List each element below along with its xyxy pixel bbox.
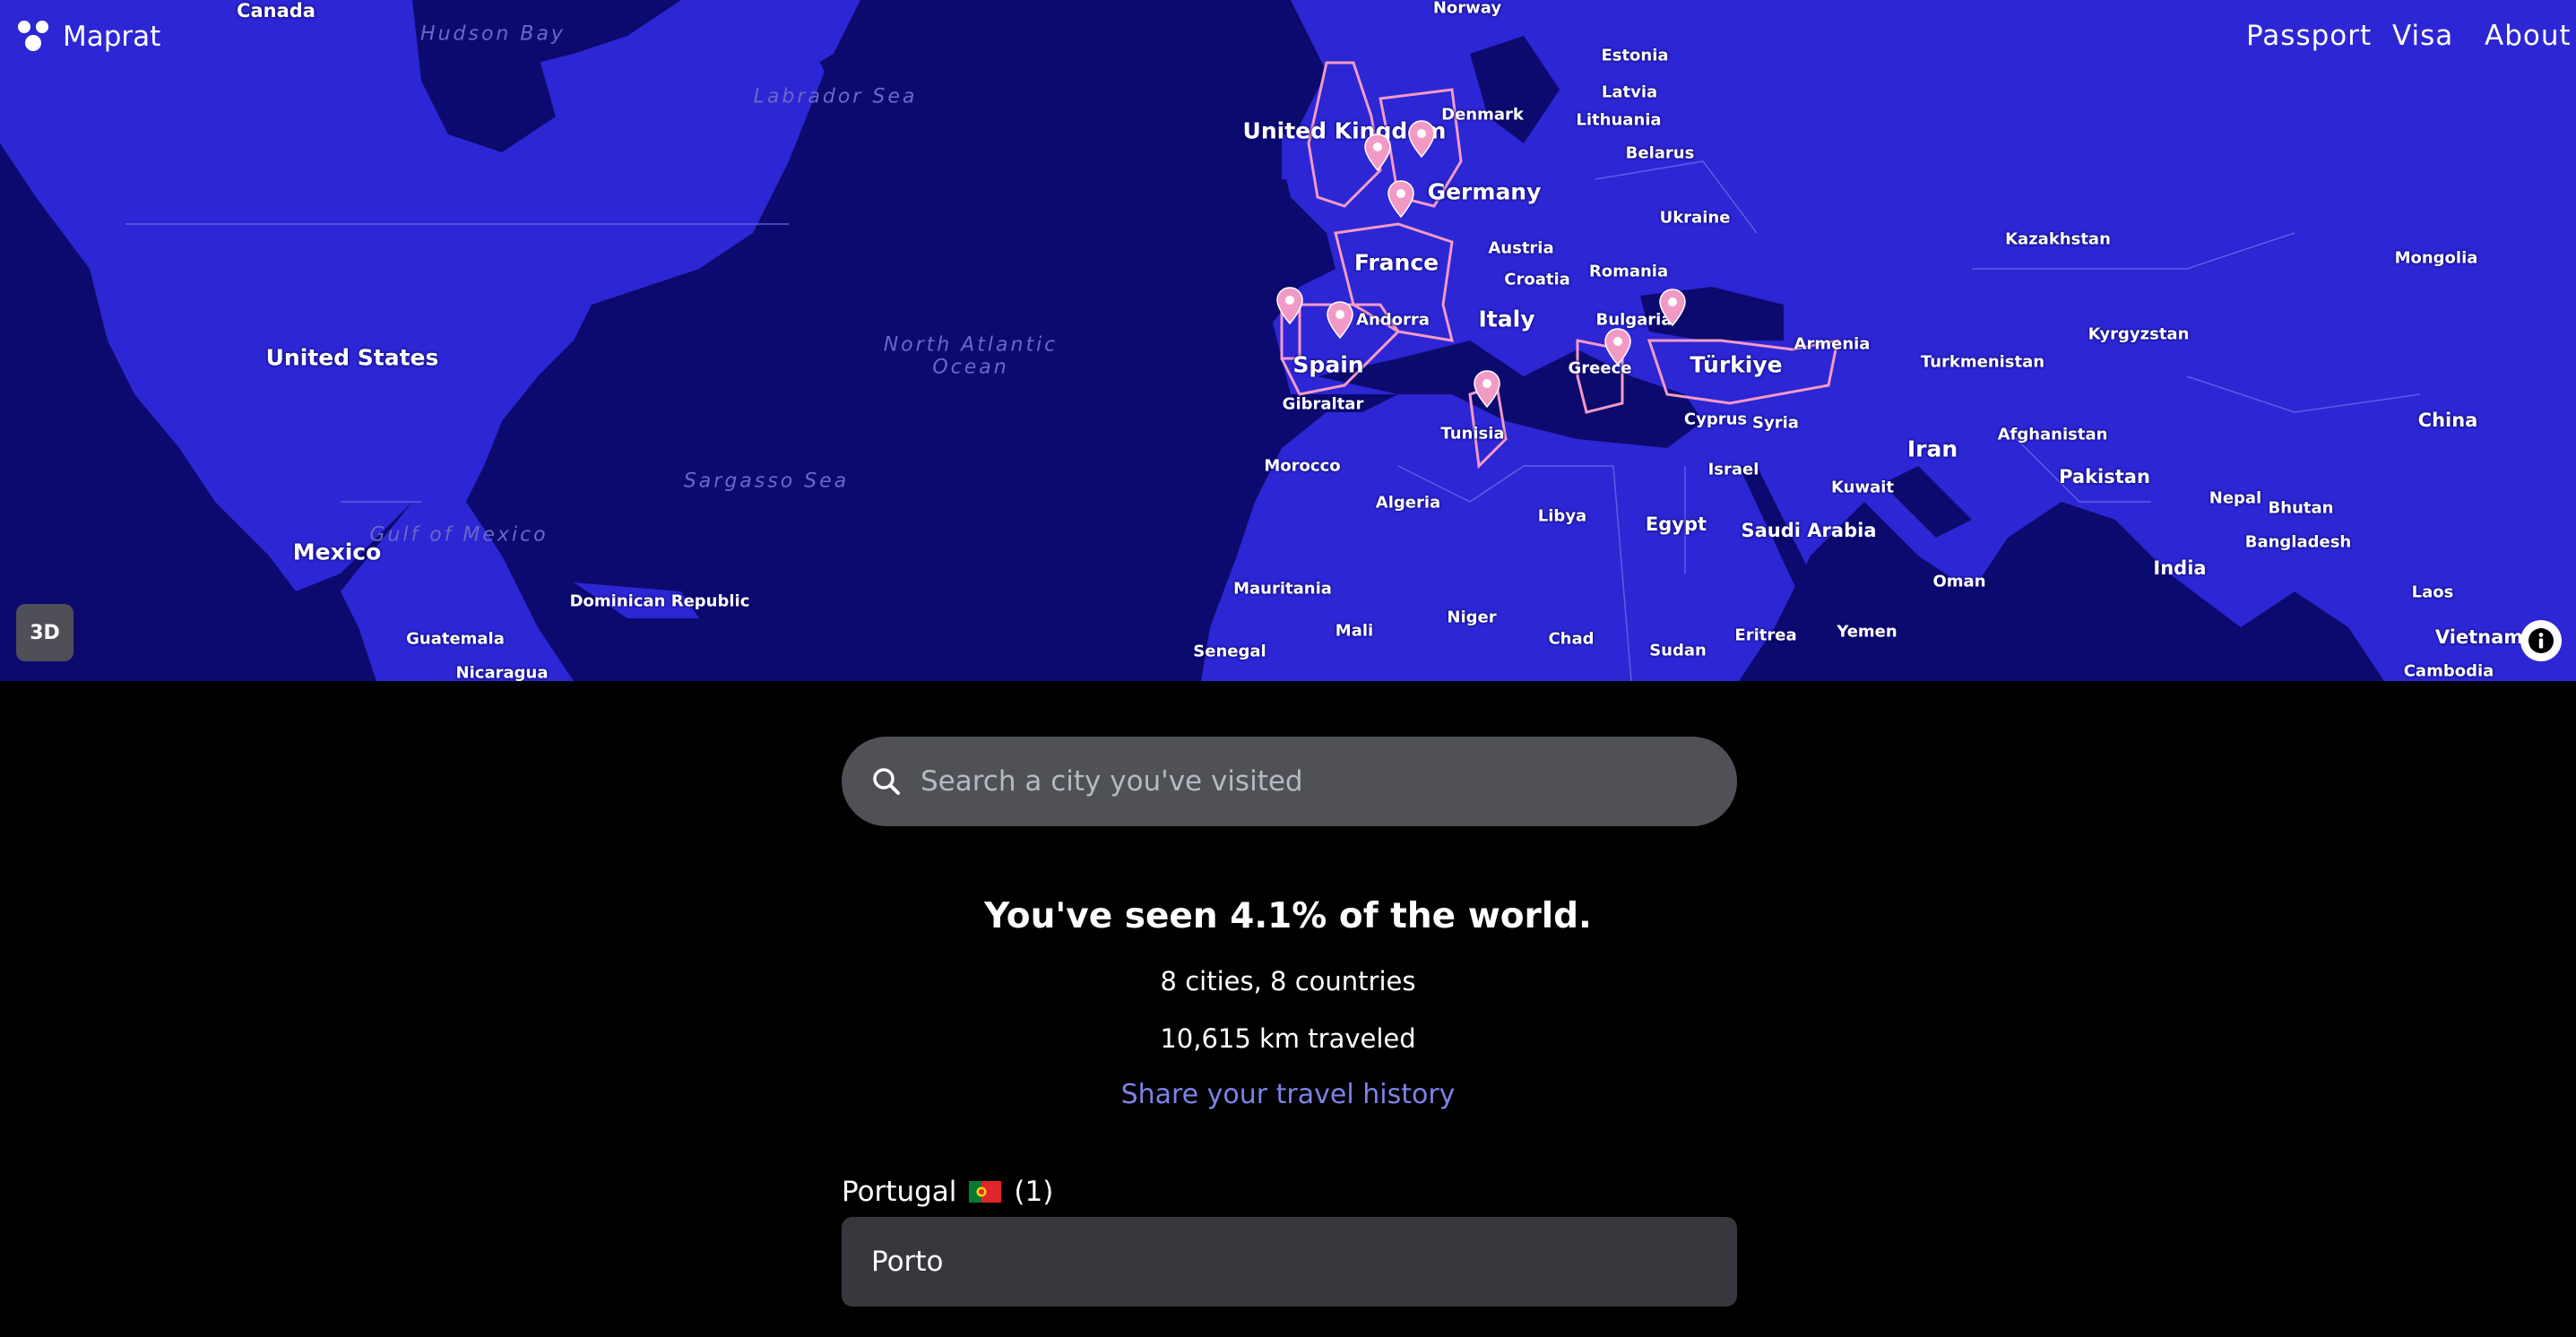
- map-label-denmark: Denmark: [1441, 105, 1524, 125]
- map-label-kyrgyzstan: Kyrgyzstan: [2088, 324, 2190, 344]
- map-label-turkiye: Türkiye: [1690, 351, 1783, 378]
- map-label-mongolia: Mongolia: [2394, 248, 2478, 268]
- map-label-nicaragua: Nicaragua: [455, 663, 549, 681]
- map-label-lithuania: Lithuania: [1576, 110, 1662, 130]
- map-label-yemen: Yemen: [1837, 622, 1897, 642]
- map-label-north-atlantic: North Atlantic Ocean: [883, 333, 1059, 379]
- map-label-guatemala: Guatemala: [406, 629, 505, 649]
- brand-name: Maprat: [63, 21, 161, 53]
- map-label-india: India: [2153, 556, 2207, 579]
- visited-pin-icon[interactable]: [1276, 287, 1303, 324]
- map-label-cambodia: Cambodia: [2403, 661, 2494, 681]
- visited-pin-icon[interactable]: [1327, 301, 1353, 339]
- map-label-cyprus: Cyprus: [1683, 410, 1748, 429]
- map-label-sargasso: Sargasso Sea: [683, 470, 850, 493]
- map-label-mexico: Mexico: [292, 539, 382, 565]
- visited-pin-icon[interactable]: [1474, 370, 1500, 408]
- country-city-count: (1): [1014, 1176, 1054, 1208]
- visited-pin-icon[interactable]: [1604, 328, 1631, 366]
- map-label-armenia: Armenia: [1794, 334, 1871, 354]
- visited-pin-icon[interactable]: [1408, 120, 1435, 158]
- search-input[interactable]: [919, 764, 1693, 798]
- nav-visa[interactable]: Visa: [2392, 20, 2453, 52]
- map-label-kazakhstan: Kazakhstan: [2005, 229, 2111, 249]
- map-label-china: China: [2417, 409, 2478, 431]
- map-label-gulf-mexico: Gulf of Mexico: [369, 523, 549, 547]
- map-label-egypt: Egypt: [1645, 513, 1707, 535]
- map-label-france: France: [1353, 249, 1439, 276]
- map-label-croatia: Croatia: [1504, 270, 1570, 289]
- map-label-ukraine: Ukraine: [1659, 208, 1731, 228]
- map-label-sudan: Sudan: [1649, 641, 1707, 660]
- map-label-niger: Niger: [1447, 608, 1497, 627]
- map-label-tunisia: Tunisia: [1440, 424, 1505, 444]
- cities-countries-count: 8 cities, 8 countries: [1160, 966, 1416, 996]
- nav-about[interactable]: About: [2485, 20, 2572, 52]
- visited-pin-icon[interactable]: [1387, 180, 1414, 218]
- map-label-afghanistan: Afghanistan: [1997, 425, 2108, 444]
- top-nav: Maprat Passport Visa About: [0, 0, 2576, 81]
- map-label-germany: Germany: [1427, 178, 1542, 205]
- map-label-andorra: Andorra: [1356, 310, 1430, 330]
- map-label-italy: Italy: [1478, 306, 1535, 332]
- map-label-romania: Romania: [1588, 262, 1669, 281]
- map-label-libya: Libya: [1537, 506, 1587, 526]
- map-label-senegal: Senegal: [1193, 642, 1266, 661]
- map-label-austria: Austria: [1488, 238, 1554, 258]
- share-travel-link[interactable]: Share your travel history: [1121, 1079, 1456, 1110]
- portugal-flag-icon: [969, 1181, 1002, 1203]
- visited-pin-icon[interactable]: [1659, 289, 1686, 326]
- map-label-dominican: Dominican Republic: [569, 591, 750, 611]
- map-label-morocco: Morocco: [1264, 456, 1341, 476]
- map-label-algeria: Algeria: [1375, 493, 1441, 513]
- brand-logo[interactable]: Maprat: [14, 18, 160, 56]
- map-label-bangladesh: Bangladesh: [2244, 532, 2352, 552]
- map-label-oman: Oman: [1932, 572, 1986, 591]
- country-name: Portugal: [842, 1176, 957, 1208]
- city-name: Porto: [871, 1246, 944, 1278]
- map-label-nepal: Nepal: [2209, 488, 2262, 508]
- map-label-israel: Israel: [1707, 460, 1759, 479]
- map-label-kuwait: Kuwait: [1831, 478, 1894, 497]
- map-label-bhutan: Bhutan: [2268, 498, 2334, 518]
- paw-icon: [18, 21, 48, 51]
- 3d-toggle-button[interactable]: 3D: [16, 604, 73, 661]
- map-label-mali: Mali: [1335, 621, 1374, 641]
- map-label-eritrea: Eritrea: [1734, 625, 1797, 645]
- map-label-chad: Chad: [1548, 629, 1595, 649]
- map-label-turkmenistan: Turkmenistan: [1920, 352, 2045, 372]
- map-label-saudi: Saudi Arabia: [1741, 519, 1877, 541]
- city-search-bar[interactable]: [842, 737, 1737, 826]
- map-label-vietnam: Vietnam: [2434, 625, 2524, 648]
- map-label-united-states: United States: [265, 344, 439, 371]
- map-label-gibraltar: Gibraltar: [1282, 394, 1364, 414]
- map-label-latvia: Latvia: [1601, 82, 1658, 102]
- nav-passport[interactable]: Passport: [2246, 20, 2372, 52]
- map-label-belarus: Belarus: [1625, 143, 1695, 163]
- world-map[interactable]: Canada Hudson Bay Labrador Sea United State…: [0, 0, 2576, 681]
- world-percentage-headline: You've seen 4.1% of the world.: [984, 896, 1592, 936]
- visited-pin-icon[interactable]: [1364, 134, 1391, 171]
- country-heading: Portugal (1): [842, 1176, 1053, 1208]
- map-label-labrador-sea: Labrador Sea: [753, 85, 918, 108]
- info-icon[interactable]: [2520, 620, 2562, 661]
- map-label-pakistan: Pakistan: [2059, 465, 2150, 487]
- distance-traveled: 10,615 km traveled: [1160, 1023, 1416, 1054]
- map-label-iran: Iran: [1906, 436, 1958, 462]
- search-icon: [873, 768, 900, 795]
- city-item[interactable]: Porto: [842, 1217, 1737, 1307]
- map-label-spain: Spain: [1292, 351, 1364, 378]
- map-label-syria: Syria: [1752, 413, 1799, 433]
- map-label-laos: Laos: [2411, 582, 2454, 602]
- map-label-mauritania: Mauritania: [1233, 579, 1332, 599]
